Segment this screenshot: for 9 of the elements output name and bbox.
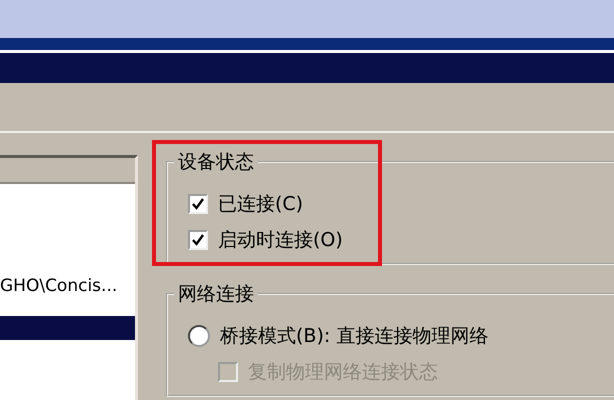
checkbox[interactable] [188, 194, 208, 214]
option-label: 桥接模式(B): 直接连接物理网络 [220, 324, 488, 349]
option-label: 已连接(C) [218, 192, 304, 217]
list-item[interactable]: GHO\Concis... [0, 274, 135, 298]
check-icon [192, 234, 204, 246]
check-icon [192, 198, 204, 210]
radio-button[interactable] [188, 325, 210, 347]
checkbox[interactable] [188, 230, 208, 250]
option-label: 启动时连接(O) [218, 228, 343, 253]
